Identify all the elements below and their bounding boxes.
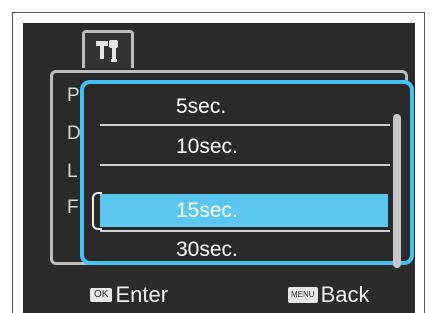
option-label: 10sec. — [176, 135, 238, 158]
menu-item-initial[interactable]: L — [67, 161, 78, 183]
back-hint[interactable]: MENU Back — [288, 282, 369, 308]
ok-key-badge: OK — [90, 288, 113, 302]
menu-item-initial[interactable]: P — [67, 85, 80, 107]
menu-key-badge: MENU — [288, 287, 318, 303]
scrollbar[interactable] — [393, 114, 401, 268]
option-label: 30sec. — [176, 238, 238, 261]
back-label: Back — [320, 282, 370, 307]
divider — [100, 230, 390, 232]
enter-label: Enter — [115, 282, 169, 307]
wrench-tools-icon — [96, 40, 118, 62]
option-label: 5sec. — [176, 95, 227, 118]
menu-item-initial[interactable]: F — [67, 197, 79, 219]
option-label: 15sec. — [176, 199, 238, 222]
option-10sec[interactable]: 10sec. — [100, 130, 388, 163]
timeout-options-popup: 5sec. 10sec. 15sec. 30sec. — [80, 80, 414, 268]
menu-item-initial[interactable]: D — [67, 123, 81, 145]
camera-screen: P D L F 5sec. 10sec. 15sec. 30sec. OK En… — [23, 23, 415, 313]
option-30sec[interactable]: 30sec. — [100, 236, 388, 264]
settings-tab[interactable] — [82, 30, 134, 68]
divider — [100, 164, 390, 166]
option-15sec-selected[interactable]: 15sec. — [100, 194, 388, 227]
enter-hint[interactable]: OK Enter — [90, 282, 168, 308]
divider — [100, 124, 390, 126]
option-5sec[interactable]: 5sec. — [100, 90, 388, 123]
